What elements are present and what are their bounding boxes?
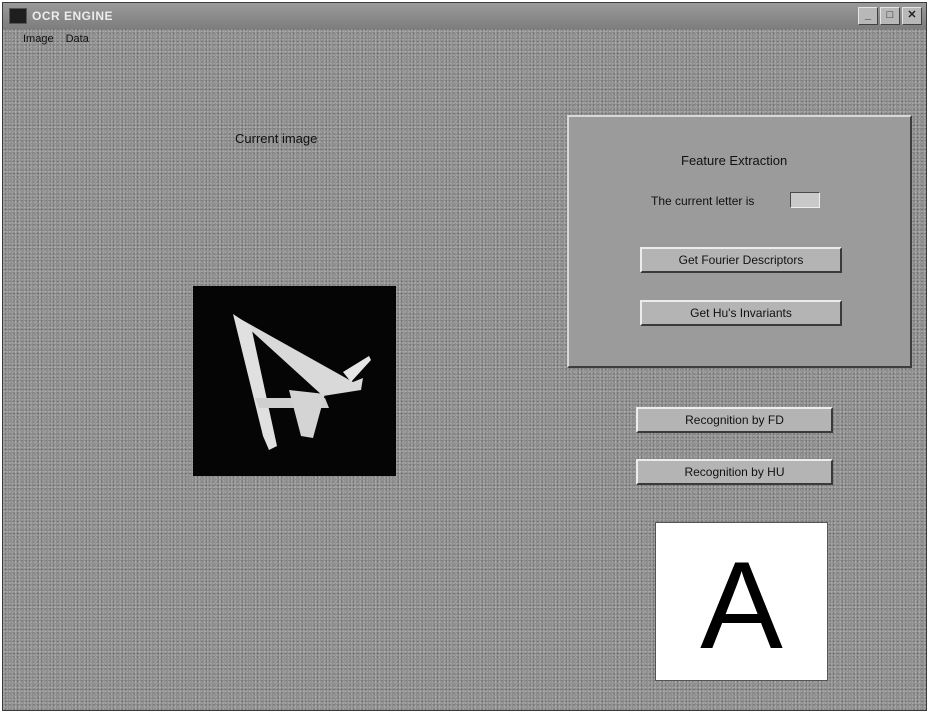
recognition-result-display: A	[655, 522, 828, 681]
current-letter-label: The current letter is	[651, 194, 755, 208]
recognition-by-hu-button[interactable]: Recognition by HU	[636, 459, 833, 485]
get-fourier-descriptors-button[interactable]: Get Fourier Descriptors	[640, 247, 842, 273]
menu-bar: Image Data	[3, 29, 926, 49]
window-title: OCR ENGINE	[32, 9, 114, 23]
menu-image[interactable]: Image	[23, 33, 54, 45]
letter-stroke-left	[233, 314, 277, 450]
title-bar: OCR ENGINE _ □ ✕	[3, 3, 926, 29]
minimize-button[interactable]: _	[858, 7, 878, 25]
current-image-label: Current image	[235, 131, 318, 146]
recognized-letter: A	[700, 536, 783, 675]
feature-extraction-panel: Feature Extraction The current letter is…	[567, 115, 912, 368]
recognition-by-fd-button[interactable]: Recognition by FD	[636, 407, 833, 433]
handwritten-letter-a-image	[233, 314, 371, 450]
window-controls: _ □ ✕	[858, 7, 922, 25]
current-image-display	[193, 286, 396, 476]
get-hu-invariants-button[interactable]: Get Hu's Invariants	[640, 300, 842, 326]
maximize-button[interactable]: □	[880, 7, 900, 25]
menu-data[interactable]: Data	[66, 33, 89, 45]
app-icon	[9, 8, 27, 24]
letter-stroke-right	[289, 390, 325, 438]
close-button[interactable]: ✕	[902, 7, 922, 25]
feature-extraction-title: Feature Extraction	[681, 153, 788, 168]
letter-tail	[343, 356, 371, 382]
current-letter-field[interactable]	[790, 192, 820, 208]
ocr-engine-window: OCR ENGINE _ □ ✕ Image Data Current imag…	[2, 2, 927, 711]
